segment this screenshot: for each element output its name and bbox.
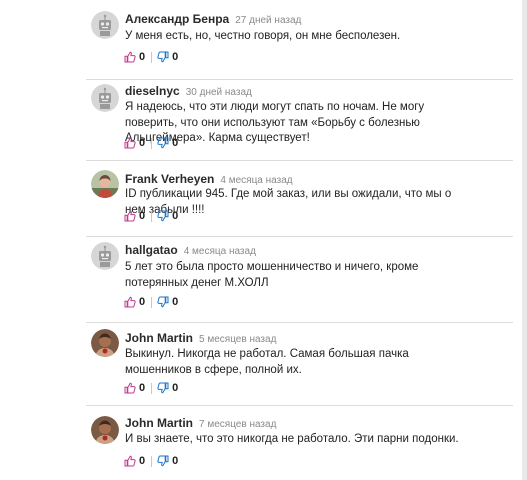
actions-divider: [151, 455, 153, 467]
comment-actions: 0 0: [124, 49, 178, 65]
dislike-button[interactable]: 0: [157, 382, 178, 394]
like-count: 0: [139, 137, 146, 149]
comment-actions: 0 0: [124, 453, 178, 469]
comment-text: У меня есть, но, честно говоря, он мне б…: [125, 30, 401, 42]
dislike-count: 0: [172, 137, 179, 149]
like-button[interactable]: 0: [124, 137, 145, 149]
avatar-photo[interactable]: [91, 329, 119, 357]
thumbs-up-icon: [124, 51, 136, 63]
dislike-count: 0: [172, 210, 179, 222]
comment-author[interactable]: John Martin: [125, 416, 193, 430]
dislike-button[interactable]: 0: [157, 455, 178, 467]
comment-author[interactable]: John Martin: [125, 331, 193, 345]
dislike-button[interactable]: 0: [157, 296, 178, 308]
dislike-button[interactable]: 0: [157, 51, 178, 63]
thumbs-up-icon: [124, 382, 136, 394]
like-button[interactable]: 0: [124, 382, 145, 394]
scrollbar[interactable]: [522, 0, 527, 480]
thumbs-down-icon: [157, 296, 169, 308]
like-button[interactable]: 0: [124, 455, 145, 467]
comment-timestamp[interactable]: 4 месяца назад: [184, 246, 256, 257]
comment-actions: 0 0: [124, 135, 178, 151]
comment-author[interactable]: Frank Verheyen: [125, 172, 214, 186]
dislike-count: 0: [172, 455, 179, 467]
comment-timestamp[interactable]: 5 месяцев назад: [199, 334, 276, 345]
comment-text: Выкинул. Никогда не работал. Самая больш…: [125, 348, 409, 376]
dislike-count: 0: [172, 382, 179, 394]
dislike-count: 0: [172, 51, 179, 63]
dislike-count: 0: [172, 296, 179, 308]
thumbs-down-icon: [157, 382, 169, 394]
thumbs-down-icon: [157, 455, 169, 467]
actions-divider: [151, 296, 153, 308]
avatar-photo[interactable]: [91, 170, 119, 198]
actions-divider: [151, 210, 153, 222]
comment-item: John Martin 5 месяцев назад Выкинул. Нико…: [0, 323, 520, 405]
comment-item: dieselnyc 30 дней назад Я надеюсь, что эт…: [0, 80, 520, 160]
dislike-button[interactable]: 0: [157, 137, 178, 149]
comment-actions: 0 0: [124, 380, 178, 396]
thumbs-up-icon: [124, 455, 136, 467]
like-button[interactable]: 0: [124, 296, 145, 308]
comment-author[interactable]: Александр Бенра: [125, 12, 229, 26]
actions-divider: [151, 137, 153, 149]
avatar-robot-icon[interactable]: [91, 11, 119, 39]
like-count: 0: [139, 51, 146, 63]
thumbs-up-icon: [124, 137, 136, 149]
avatar-robot-icon[interactable]: [91, 242, 119, 270]
thumbs-up-icon: [124, 210, 136, 222]
comment-item: hallgatao 4 месяца назад 5 лет это была п…: [0, 237, 520, 323]
like-count: 0: [139, 455, 146, 467]
dislike-button[interactable]: 0: [157, 210, 178, 222]
comment-item: Александр Бенра 27 дней назад У меня есть…: [0, 0, 520, 80]
comment-text: 5 лет это была просто мошенничество и ни…: [125, 261, 419, 289]
comment-author[interactable]: hallgatao: [125, 243, 178, 257]
comment-timestamp[interactable]: 27 дней назад: [235, 15, 301, 26]
like-button[interactable]: 0: [124, 210, 145, 222]
avatar-robot-icon[interactable]: [91, 84, 119, 112]
comment-timestamp[interactable]: 4 месяца назад: [220, 175, 292, 186]
comment-text: И вы знаете, что это никогда не работало…: [125, 433, 459, 445]
comment-timestamp[interactable]: 30 дней назад: [186, 87, 252, 98]
thumbs-down-icon: [157, 51, 169, 63]
comment-timestamp[interactable]: 7 месяцев назад: [199, 419, 276, 430]
comment-author[interactable]: dieselnyc: [125, 84, 180, 98]
comment-actions: 0 0: [124, 294, 178, 310]
like-count: 0: [139, 382, 146, 394]
like-count: 0: [139, 210, 146, 222]
avatar-photo[interactable]: [91, 416, 119, 444]
actions-divider: [151, 382, 153, 394]
thumbs-down-icon: [157, 210, 169, 222]
comment-item: John Martin 7 месяцев назад И вы знаете, …: [0, 406, 520, 480]
comment-item: Frank Verheyen 4 месяца назад ID публикац…: [0, 161, 520, 237]
actions-divider: [151, 51, 153, 63]
like-count: 0: [139, 296, 146, 308]
thumbs-down-icon: [157, 137, 169, 149]
like-button[interactable]: 0: [124, 51, 145, 63]
thumbs-up-icon: [124, 296, 136, 308]
comment-actions: 0 0: [124, 208, 178, 224]
